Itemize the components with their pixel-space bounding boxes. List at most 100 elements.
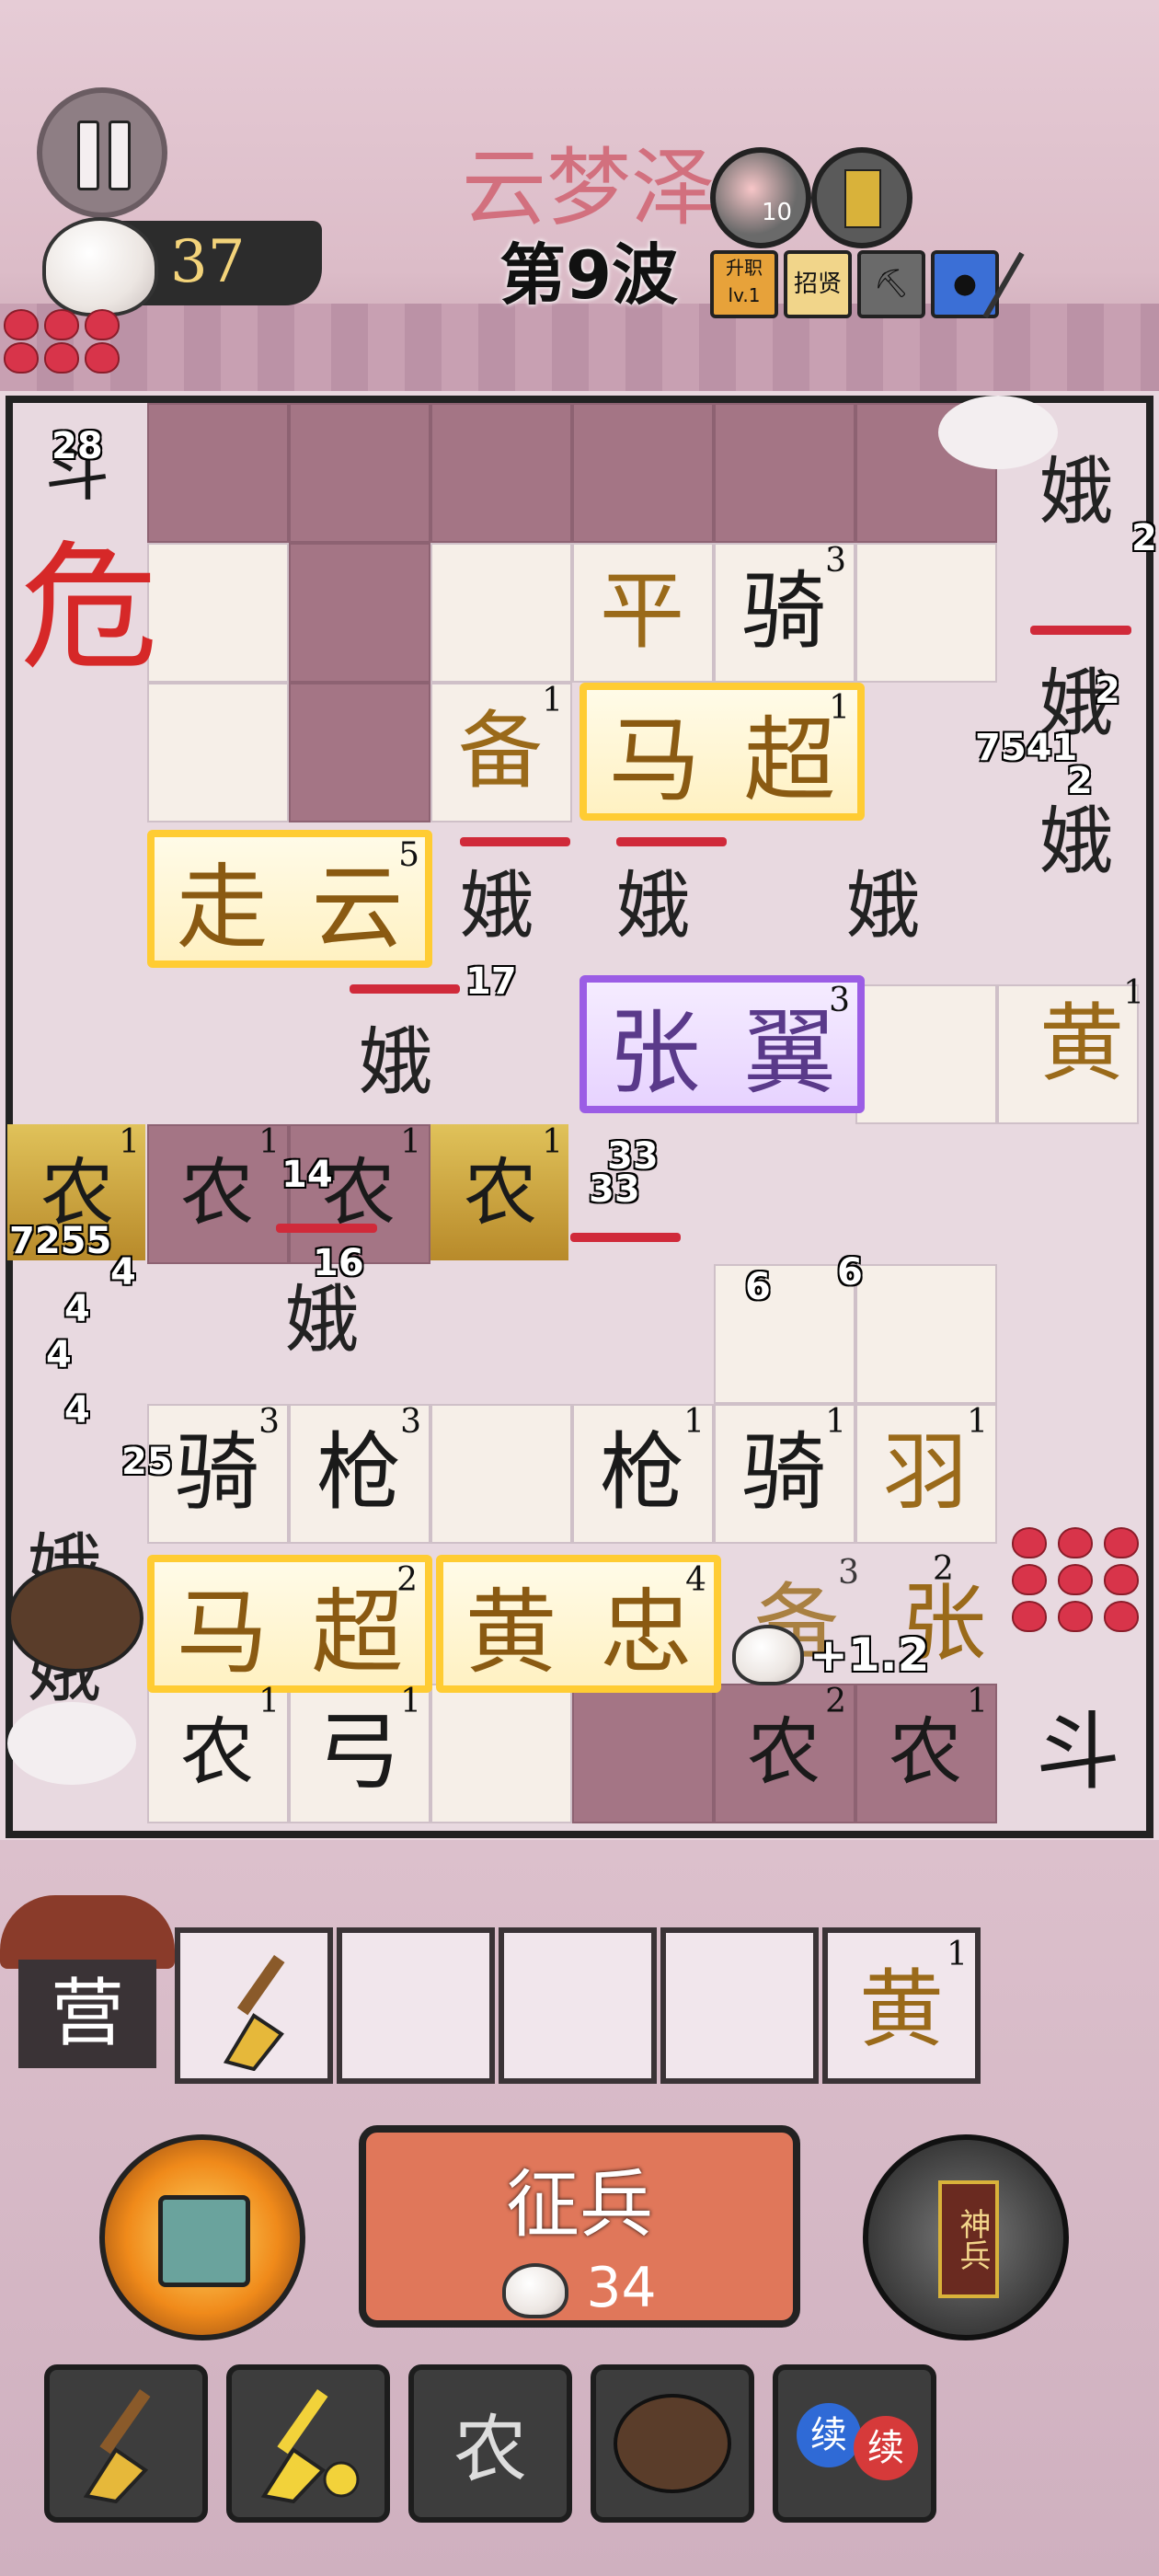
tool-potato[interactable] xyxy=(591,2364,754,2523)
unit-char: 黄 xyxy=(858,1961,944,2059)
board-cell[interactable] xyxy=(430,1684,572,1823)
unit-cavalry[interactable]: 骑1 xyxy=(714,1404,854,1542)
unit-char: 农 xyxy=(180,1709,254,1795)
road-cell xyxy=(289,543,430,683)
card-level: 2 xyxy=(396,1561,418,1599)
shovel-icon xyxy=(83,2389,151,2503)
divine-weapon-button[interactable]: 神兵 xyxy=(863,2134,1069,2340)
recruit-button[interactable]: 征兵 34 xyxy=(359,2125,800,2328)
unit-level: 1 xyxy=(683,1403,705,1441)
unit-archer[interactable]: 弓1 xyxy=(289,1684,429,1822)
enemy-hp-bar xyxy=(460,837,570,846)
unit-level: 1 xyxy=(400,1123,421,1161)
heart-icon xyxy=(1104,1601,1139,1632)
unit-yu[interactable]: 羽1 xyxy=(855,1404,995,1542)
unit-huang[interactable]: 黄1 xyxy=(1012,975,1152,1113)
reserve-slot[interactable] xyxy=(660,1927,819,2084)
reserve-slot[interactable] xyxy=(337,1927,495,2084)
damage-number: 7541 xyxy=(975,727,1078,769)
card-char: 超 xyxy=(311,1578,404,1686)
heart-icon xyxy=(85,342,120,374)
hero-card-ma-chao[interactable]: 马 超 2 xyxy=(147,1555,432,1693)
unit-level: 3 xyxy=(825,542,846,580)
unit-level: 1 xyxy=(542,682,563,719)
enemy-hp-bar xyxy=(276,1224,377,1233)
card-char: 翼 xyxy=(743,998,836,1107)
unit-char: 农 xyxy=(180,1150,254,1236)
enemy-e: 娥 xyxy=(616,863,690,949)
scroll-orb[interactable] xyxy=(811,147,912,248)
hero-card-zhang-yi[interactable]: 张 翼 3 xyxy=(580,975,865,1113)
enemy-hp-bar xyxy=(1030,626,1131,635)
unit-cavalry[interactable]: 骑3 xyxy=(714,543,854,681)
recruit-sage-tag[interactable]: 招贤 xyxy=(784,250,852,318)
unit-dou[interactable]: 斗 xyxy=(7,403,147,541)
cloud-icon xyxy=(7,1702,136,1785)
camp-button[interactable]: 营 xyxy=(0,1895,184,2079)
board-cell[interactable] xyxy=(147,543,289,683)
pause-icon-bar xyxy=(109,121,131,190)
road-cell xyxy=(289,683,430,822)
unit-level: 2 xyxy=(825,1683,846,1720)
potato-icon xyxy=(7,1564,143,1673)
card-char: 超 xyxy=(743,706,836,814)
reserve-slot[interactable]: 黄 1 xyxy=(822,1927,981,2084)
unit-char: 农 xyxy=(889,1709,962,1795)
bonus-text: +1.2 xyxy=(809,1628,930,1682)
board-cell[interactable] xyxy=(855,984,997,1124)
shovel-tag-icon[interactable]: ⛏ xyxy=(857,250,925,318)
unit-char: 备 xyxy=(457,702,543,800)
peach-orb[interactable]: 10 xyxy=(710,147,811,248)
unit-ping[interactable]: 平 xyxy=(572,543,712,681)
board-cell[interactable] xyxy=(855,543,997,683)
damage-number: 6 xyxy=(745,1266,771,1308)
board-cell[interactable] xyxy=(430,1404,572,1544)
tool-shovel[interactable] xyxy=(44,2364,208,2523)
reserve-unit: 黄 1 xyxy=(828,1937,975,2084)
recruit-cost: 34 xyxy=(366,2256,793,2320)
merge-badge-red: 续 xyxy=(854,2416,918,2480)
heart-icon xyxy=(1058,1564,1093,1595)
board-cell[interactable] xyxy=(430,543,572,683)
unit-spear[interactable]: 枪1 xyxy=(572,1404,712,1542)
unit-farmer[interactable]: 农1 xyxy=(855,1684,995,1822)
heart-icon xyxy=(44,342,79,374)
unit-dou[interactable]: 斗 xyxy=(1008,1684,1148,1822)
heart-icon xyxy=(1012,1601,1047,1632)
promote-tag[interactable]: 升职 lv.1 xyxy=(710,250,778,318)
damage-number: 4 xyxy=(64,1288,90,1330)
unit-bei[interactable]: 备1 xyxy=(430,683,570,821)
unit-char: 斗 xyxy=(1035,1703,1120,1801)
hero-card-huang-zhong[interactable]: 黄 忠 4 xyxy=(436,1555,721,1693)
unit-level: 1 xyxy=(947,1936,968,1973)
unit-char: 枪 xyxy=(316,1423,401,1522)
board-cell[interactable] xyxy=(147,683,289,822)
unit-char: 骑 xyxy=(740,1423,826,1522)
unit-farmer[interactable]: 农1 xyxy=(430,1124,570,1262)
reserve-slot[interactable] xyxy=(499,1927,657,2084)
board-cell[interactable] xyxy=(714,1264,855,1404)
damage-number: 2 xyxy=(1067,760,1093,802)
damage-number: 4 xyxy=(64,1389,90,1432)
wave-label: 第9波 xyxy=(499,236,679,314)
unit-farmer[interactable]: 农2 xyxy=(714,1684,854,1822)
damage-number: 7255 xyxy=(9,1220,112,1262)
enemy-e: 娥 xyxy=(846,863,920,949)
hero-card-ma-chao[interactable]: 马 超 1 xyxy=(580,683,865,821)
hero-card-zhao-yun[interactable]: 走 云 5 xyxy=(147,830,432,968)
unit-farmer[interactable]: 农1 xyxy=(147,1684,287,1822)
unit-level: 1 xyxy=(258,1683,280,1720)
unit-farmer[interactable]: 农1 xyxy=(147,1124,287,1262)
tool-merge[interactable]: 续 续 xyxy=(773,2364,936,2523)
tool-golden-shovel[interactable] xyxy=(226,2364,390,2523)
tool-farmer[interactable]: 农 xyxy=(408,2364,572,2523)
recycle-button[interactable] xyxy=(99,2134,305,2340)
board-cell[interactable] xyxy=(855,1264,997,1404)
heart-icon xyxy=(4,342,39,374)
pause-button[interactable] xyxy=(37,87,167,218)
road-cell xyxy=(714,403,855,543)
reserve-slot[interactable] xyxy=(175,1927,333,2084)
bun-coin-icon xyxy=(732,1625,804,1685)
unit-level: 1 xyxy=(542,1123,563,1161)
unit-spear[interactable]: 枪3 xyxy=(289,1404,429,1542)
